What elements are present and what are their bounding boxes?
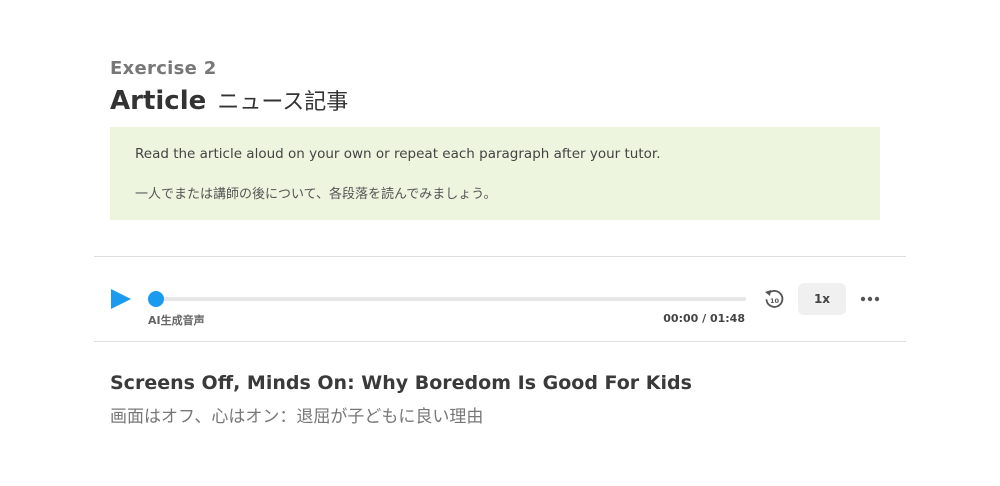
ai-voice-label: AI生成音声 xyxy=(148,314,205,327)
rewind-10-button[interactable]: 10 xyxy=(763,288,785,310)
play-icon xyxy=(111,289,131,309)
instruction-box: Read the article aloud on your own or re… xyxy=(110,127,880,220)
exercise-label: Exercise 2 xyxy=(110,58,217,79)
progress-thumb[interactable] xyxy=(148,291,164,307)
divider-bottom xyxy=(94,341,906,342)
play-button[interactable] xyxy=(110,288,132,310)
page-title: Article ニュース記事 xyxy=(110,84,348,116)
instruction-text-ja: 一人でまたは講師の後について、各段落を読んでみましょう。 xyxy=(135,187,497,202)
progress-track[interactable] xyxy=(150,297,746,301)
more-horizontal-icon xyxy=(860,296,880,302)
page-title-ja: ニュース記事 xyxy=(217,90,349,115)
page-title-en: Article xyxy=(110,86,207,116)
instruction-text-en: Read the article aloud on your own or re… xyxy=(135,146,661,162)
more-options-button[interactable] xyxy=(858,290,882,308)
rewind-seconds-label: 10 xyxy=(770,297,780,305)
divider-top xyxy=(94,256,906,257)
playback-speed-button[interactable]: 1x xyxy=(798,283,846,315)
article-title-en: Screens Off, Minds On: Why Boredom Is Go… xyxy=(110,372,692,394)
time-readout: 00:00 / 01:48 xyxy=(663,312,745,325)
article-title-ja: 画面はオフ、心はオン：退屈が子どもに良い理由 xyxy=(110,407,484,427)
rewind-10-icon: 10 xyxy=(765,290,784,308)
